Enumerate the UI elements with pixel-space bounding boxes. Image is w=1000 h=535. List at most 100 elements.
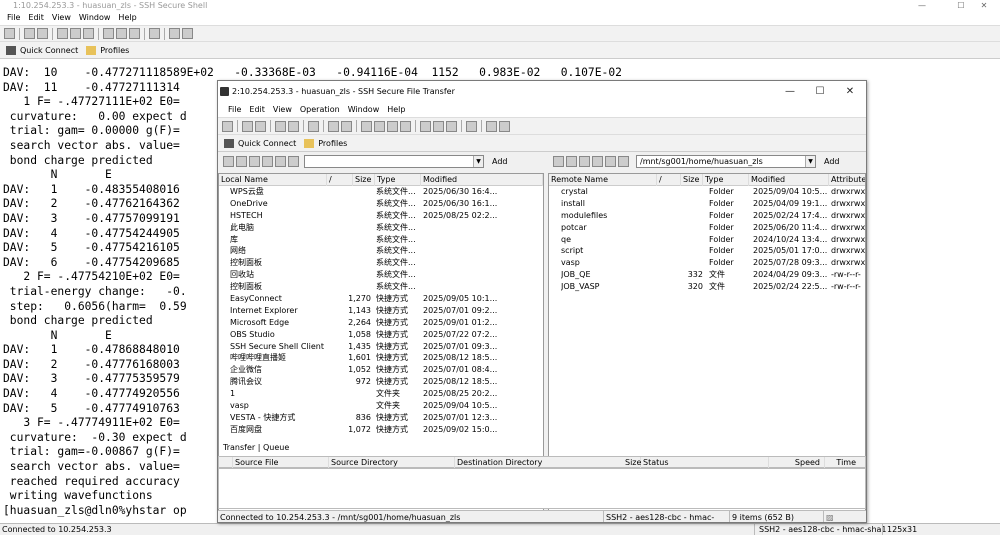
sftp-maximize-button[interactable]: ☐ <box>806 81 834 102</box>
close-button[interactable]: ✕ <box>968 0 1000 11</box>
help-icon[interactable] <box>499 120 510 132</box>
save-icon[interactable] <box>4 28 15 39</box>
local-file-row[interactable]: 百度网盘 1,072 快捷方式 2025/09/02 15:0... <box>219 424 543 436</box>
terminal-icon[interactable] <box>275 120 286 132</box>
col-local-sort[interactable]: / <box>327 174 353 186</box>
local-file-row[interactable]: 网络 系统文件... <box>219 245 543 257</box>
sftp-quick-connect-button[interactable]: Quick Connect <box>224 138 296 148</box>
col-remote-name[interactable]: Remote Name <box>549 174 657 186</box>
profiles-button[interactable]: Profiles <box>86 45 129 55</box>
col-local-modified[interactable]: Modified <box>421 174 543 186</box>
small-icons-icon[interactable] <box>374 120 385 132</box>
col-remote-sort[interactable]: / <box>657 174 681 186</box>
up-folder-icon[interactable] <box>223 156 234 167</box>
remote-file-row[interactable]: JOB_QE 332 文件 2024/04/29 09:3... -rw-r--r- <box>549 269 865 281</box>
paste-icon[interactable] <box>83 28 94 39</box>
remote-file-row[interactable]: script Folder 2025/05/01 17:0... drwxrwx <box>549 245 865 257</box>
menu-window[interactable]: Window <box>75 11 115 25</box>
resize-grip-icon[interactable]: ▨ <box>824 511 866 522</box>
local-file-row[interactable]: OBS Studio 1,058 快捷方式 2025/07/22 07:2... <box>219 329 543 341</box>
local-file-row[interactable]: Microsoft Edge 2,264 快捷方式 2025/09/01 01:2..… <box>219 317 543 329</box>
print-icon[interactable] <box>24 28 35 39</box>
keys-icon[interactable] <box>308 120 319 132</box>
local-file-row[interactable]: Internet Explorer 1,143 快捷方式 2025/07/01 09:… <box>219 305 543 317</box>
sftp-menu-edit[interactable]: Edit <box>245 102 269 117</box>
local-path-input[interactable]: ▼ <box>304 155 484 168</box>
sftp-profiles-button[interactable]: Profiles <box>304 138 347 148</box>
remote-file-row[interactable]: potcar Folder 2025/06/20 11:4... drwxrwx <box>549 222 865 234</box>
auto-icon[interactable] <box>446 120 457 132</box>
remote-file-row[interactable]: modulefiles Folder 2025/02/24 17:4... drwxr… <box>549 210 865 222</box>
remote-file-row[interactable]: vasp Folder 2025/07/28 09:3... drwxrwx <box>549 257 865 269</box>
download-icon[interactable] <box>328 120 339 132</box>
upload-icon[interactable] <box>341 120 352 132</box>
sftp-menu-window[interactable]: Window <box>344 102 384 117</box>
refresh-icon[interactable] <box>262 156 273 167</box>
menu-edit[interactable]: Edit <box>24 11 48 25</box>
col-status[interactable]: Status <box>641 457 769 468</box>
sftp-menu-view[interactable]: View <box>269 102 296 117</box>
rename-icon[interactable] <box>275 156 286 167</box>
sftp-icon[interactable] <box>288 120 299 132</box>
remote-file-row[interactable]: JOB_VASP 320 文件 2025/02/24 22:5... -rw-r--r- <box>549 281 865 293</box>
keys-icon[interactable] <box>149 28 160 39</box>
help-icon[interactable] <box>182 28 193 39</box>
rename-icon[interactable] <box>605 156 616 167</box>
col-local-size[interactable]: Size <box>353 174 375 186</box>
col-destination-directory[interactable]: Destination Directory <box>455 457 641 468</box>
sftp-close-button[interactable]: ✕ <box>836 81 864 102</box>
local-file-row[interactable]: 哔哩哔哩直播姬 1,601 快捷方式 2025/08/12 18:5... <box>219 352 543 364</box>
local-file-row[interactable]: 此电脑 系统文件... <box>219 222 543 234</box>
local-file-row[interactable]: EasyConnect 1,270 快捷方式 2025/09/05 10:1... <box>219 293 543 305</box>
home-folder-icon[interactable] <box>236 156 247 167</box>
menu-file[interactable]: File <box>3 11 24 25</box>
copy-icon[interactable] <box>255 120 266 132</box>
col-local-type[interactable]: Type <box>375 174 421 186</box>
menu-help[interactable]: Help <box>114 11 140 25</box>
local-file-row[interactable]: 控制面板 系统文件... <box>219 281 543 293</box>
sftp-menu-file[interactable]: File <box>224 102 245 117</box>
about-icon[interactable] <box>486 120 497 132</box>
sftp-minimize-button[interactable]: — <box>776 81 804 102</box>
col-source-directory[interactable]: Source Directory <box>329 457 455 468</box>
transfer-mode-icon[interactable] <box>420 120 431 132</box>
col-source-file[interactable]: Source File <box>233 457 329 468</box>
remote-file-row[interactable]: qe Folder 2024/10/24 13:4... drwxrwx <box>549 234 865 246</box>
col-remote-type[interactable]: Type <box>703 174 749 186</box>
col-remote-size[interactable]: Size <box>681 174 703 186</box>
remote-file-row[interactable]: install Folder 2025/04/09 19:1... drwxrwx <box>549 198 865 210</box>
col-remote-modified[interactable]: Modified <box>749 174 829 186</box>
local-file-row[interactable]: vasp 文件夹 2025/09/04 10:5... <box>219 400 543 412</box>
local-file-row[interactable]: 腾讯会议 972 快捷方式 2025/08/12 18:5... <box>219 376 543 388</box>
local-add-button[interactable]: Add <box>492 157 508 166</box>
col-time[interactable]: Time <box>825 457 866 468</box>
new-folder-icon[interactable] <box>579 156 590 167</box>
print-preview-icon[interactable] <box>37 28 48 39</box>
sftp-icon[interactable] <box>129 28 140 39</box>
remote-add-button[interactable]: Add <box>824 157 840 166</box>
local-file-row[interactable]: 1 文件夹 2025/08/25 20:2... <box>219 388 543 400</box>
col-local-name[interactable]: Local Name <box>219 174 327 186</box>
sftp-menu-operation[interactable]: Operation <box>296 102 344 117</box>
local-file-row[interactable]: 库 系统文件... <box>219 234 543 246</box>
details-view-icon[interactable] <box>400 120 411 132</box>
stop-icon[interactable] <box>466 120 477 132</box>
cut-icon[interactable] <box>242 120 253 132</box>
local-file-row[interactable]: 回收站 系统文件... <box>219 269 543 281</box>
local-file-row[interactable]: WPS云盘 系统文件... 2025/06/30 16:4... <box>219 186 543 198</box>
transfer-queue-list[interactable] <box>218 468 866 509</box>
col-size[interactable]: Size <box>623 457 641 468</box>
up-folder-icon[interactable] <box>553 156 564 167</box>
col-remote-attribute[interactable]: Attribute <box>829 174 865 186</box>
home-folder-icon[interactable] <box>566 156 577 167</box>
remote-path-input[interactable]: /mnt/sg001/home/huasuan_zls ▼ <box>636 155 816 168</box>
find-icon[interactable] <box>103 28 114 39</box>
remote-file-row[interactable]: crystal Folder 2025/09/04 10:5... drwxrwx <box>549 186 865 198</box>
save-icon[interactable] <box>222 120 233 132</box>
cut-icon[interactable] <box>57 28 68 39</box>
about-icon[interactable] <box>169 28 180 39</box>
local-file-row[interactable]: 控制面板 系统文件... <box>219 257 543 269</box>
dropdown-arrow-icon[interactable]: ▼ <box>473 156 483 167</box>
local-file-row[interactable]: VESTA - 快捷方式 836 快捷方式 2025/07/01 12:3... <box>219 412 543 424</box>
minimize-button[interactable]: — <box>906 0 938 11</box>
